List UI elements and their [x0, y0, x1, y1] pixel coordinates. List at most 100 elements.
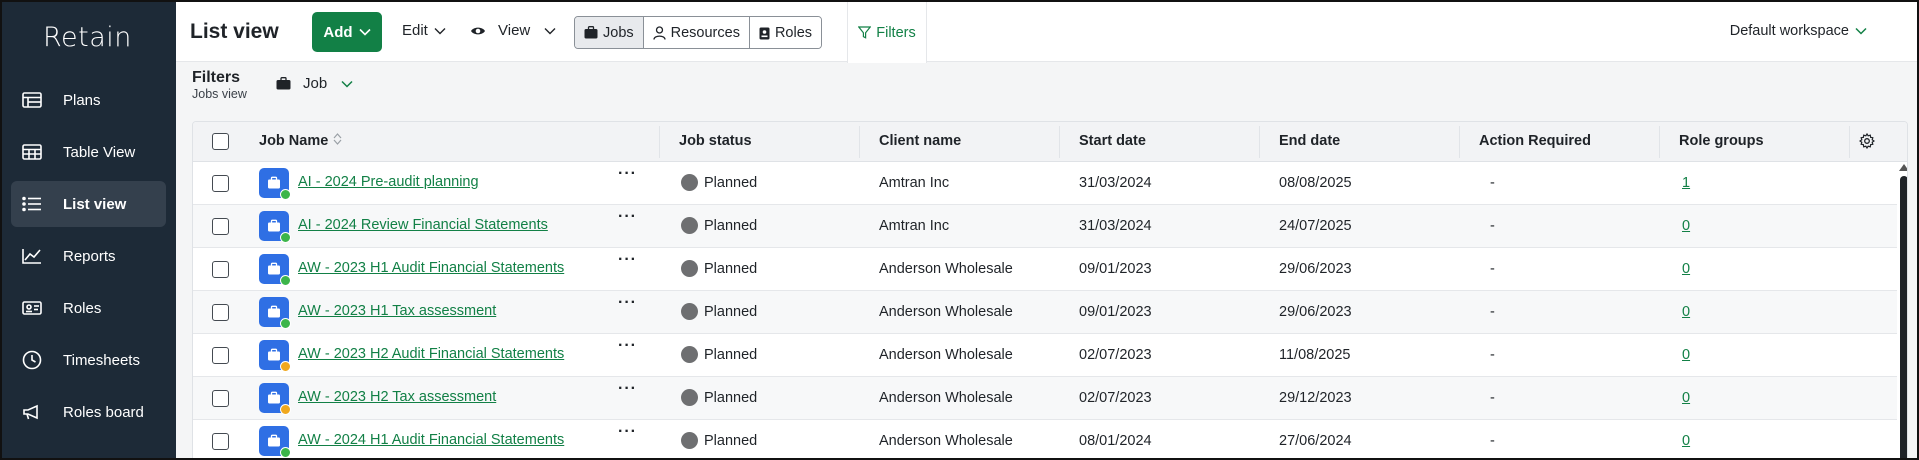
role-groups-link[interactable]: 0 [1682, 390, 1690, 406]
table-row[interactable]: AW - 2024 H1 Audit Financial Statements … [193, 420, 1907, 458]
table-row[interactable]: AW - 2023 H1 Tax assessment ··· Planned … [193, 291, 1907, 334]
row-more-options-icon[interactable]: ··· [618, 337, 637, 355]
retain-logo[interactable]: Retain [43, 22, 132, 53]
id-card-icon [21, 299, 43, 317]
row-more-options-icon[interactable]: ··· [618, 165, 637, 183]
column-header-job-name[interactable]: Job Name [259, 133, 342, 149]
role-groups-link[interactable]: 0 [1682, 261, 1690, 277]
job-type-icon [259, 254, 291, 286]
status-icon [681, 217, 698, 234]
settings-gear-icon[interactable] [1859, 133, 1875, 149]
table-body: AI - 2024 Pre-audit planning ··· Planned… [193, 162, 1907, 458]
row-more-options-icon[interactable]: ··· [618, 423, 637, 441]
table-row[interactable]: AI - 2024 Pre-audit planning ··· Planned… [193, 162, 1907, 205]
end-date-text: 29/06/2023 [1279, 261, 1352, 277]
sidebar-item-list-view[interactable]: List view [11, 181, 166, 227]
start-date-text: 02/07/2023 [1079, 347, 1152, 363]
row-checkbox[interactable] [212, 390, 229, 407]
chevron-down-icon [341, 80, 353, 88]
role-groups-link[interactable]: 0 [1682, 433, 1690, 449]
column-header-job-status[interactable]: Job status [679, 133, 752, 149]
role-groups-link[interactable]: 0 [1682, 347, 1690, 363]
chevron-down-icon [544, 27, 556, 34]
job-status-text: Planned [704, 347, 758, 363]
column-header-role-groups[interactable]: Role groups [1679, 133, 1764, 149]
sidebar-item-plans[interactable]: Plans [11, 77, 166, 123]
end-date-text: 29/12/2023 [1279, 390, 1352, 406]
sidebar-item-roles[interactable]: Roles [11, 285, 166, 331]
role-groups-link[interactable]: 0 [1682, 304, 1690, 320]
row-checkbox[interactable] [212, 261, 229, 278]
table-icon [21, 143, 43, 161]
list-icon [21, 195, 43, 213]
megaphone-icon [21, 403, 43, 421]
row-checkbox[interactable] [212, 304, 229, 321]
column-header-end-date[interactable]: End date [1279, 133, 1340, 149]
job-name-link[interactable]: AW - 2023 H1 Audit Financial Statements [298, 260, 564, 276]
action-required-text: - [1490, 304, 1495, 320]
add-button[interactable]: Add [312, 12, 382, 52]
client-name-text: Anderson Wholesale [879, 390, 1013, 406]
job-name-link[interactable]: AW - 2023 H1 Tax assessment [298, 303, 496, 319]
chevron-down-icon [1855, 27, 1867, 35]
scroll-up-arrow-icon[interactable] [1899, 164, 1907, 171]
sidebar-item-label: Table View [63, 143, 136, 161]
status-icon [681, 174, 698, 191]
action-required-text: - [1490, 175, 1495, 191]
row-checkbox[interactable] [212, 347, 229, 364]
start-date-text: 31/03/2024 [1079, 175, 1152, 191]
select-all-checkbox[interactable] [212, 133, 229, 150]
action-required-text: - [1490, 347, 1495, 363]
sidebar-item-reports[interactable]: Reports [11, 233, 166, 279]
row-checkbox[interactable] [212, 218, 229, 235]
roles-segment-button[interactable]: Roles [749, 17, 822, 48]
job-name-link[interactable]: AI - 2024 Review Financial Statements [298, 217, 548, 233]
resources-segment-label: Resources [670, 24, 740, 41]
edit-dropdown[interactable]: Edit [402, 22, 446, 39]
eye-icon [471, 27, 485, 34]
start-date-text: 08/01/2024 [1079, 433, 1152, 449]
job-filter-dropdown[interactable]: Job [276, 75, 353, 92]
row-more-options-icon[interactable]: ··· [618, 380, 637, 398]
column-header-client-name[interactable]: Client name [879, 133, 961, 149]
job-filter-label: Job [303, 75, 328, 92]
job-name-link[interactable]: AW - 2023 H2 Tax assessment [298, 389, 496, 405]
table-row[interactable]: AW - 2023 H1 Audit Financial Statements … [193, 248, 1907, 291]
job-name-link[interactable]: AW - 2024 H1 Audit Financial Statements [298, 432, 564, 448]
filters-heading: Filters [192, 69, 241, 86]
column-header-start-date[interactable]: Start date [1079, 133, 1146, 149]
table-row[interactable]: AW - 2023 H2 Audit Financial Statements … [193, 334, 1907, 377]
role-groups-link[interactable]: 0 [1682, 218, 1690, 234]
column-header-label: Job Name [259, 133, 329, 149]
job-health-indicator [280, 447, 291, 458]
table-row[interactable]: AW - 2023 H2 Tax assessment ··· Planned … [193, 377, 1907, 420]
job-name-link[interactable]: AW - 2023 H2 Audit Financial Statements [298, 346, 564, 362]
workspace-dropdown[interactable]: Default workspace [1730, 23, 1867, 39]
job-name-link[interactable]: AI - 2024 Pre-audit planning [298, 174, 479, 190]
briefcase-icon [276, 77, 291, 90]
clock-icon [21, 350, 43, 370]
resources-segment-button[interactable]: Resources [643, 17, 750, 48]
sidebar-item-table-view[interactable]: Table View [11, 129, 166, 175]
scrollbar-thumb[interactable] [1900, 176, 1907, 458]
row-more-options-icon[interactable]: ··· [618, 251, 637, 269]
row-checkbox[interactable] [212, 433, 229, 450]
jobs-segment-button[interactable]: Jobs [575, 17, 644, 48]
job-health-indicator [280, 232, 291, 243]
status-icon [681, 260, 698, 277]
column-header-action-required[interactable]: Action Required [1479, 133, 1591, 149]
view-dropdown[interactable]: View [470, 22, 556, 39]
view-dropdown-label: View [498, 22, 531, 39]
vertical-scrollbar[interactable] [1897, 162, 1907, 458]
sidebar-item-timesheets[interactable]: Timesheets [11, 337, 166, 383]
role-groups-link[interactable]: 1 [1682, 175, 1690, 191]
sidebar-item-roles-board[interactable]: Roles board [11, 389, 166, 435]
job-type-icon [259, 297, 291, 329]
row-checkbox[interactable] [212, 175, 229, 192]
filters-tab[interactable]: Filters [847, 2, 927, 63]
status-icon [681, 389, 698, 406]
row-more-options-icon[interactable]: ··· [618, 208, 637, 226]
row-more-options-icon[interactable]: ··· [618, 294, 637, 312]
table-row[interactable]: AI - 2024 Review Financial Statements ··… [193, 205, 1907, 248]
view-mode-segmented-control: Jobs Resources Roles [574, 16, 823, 49]
